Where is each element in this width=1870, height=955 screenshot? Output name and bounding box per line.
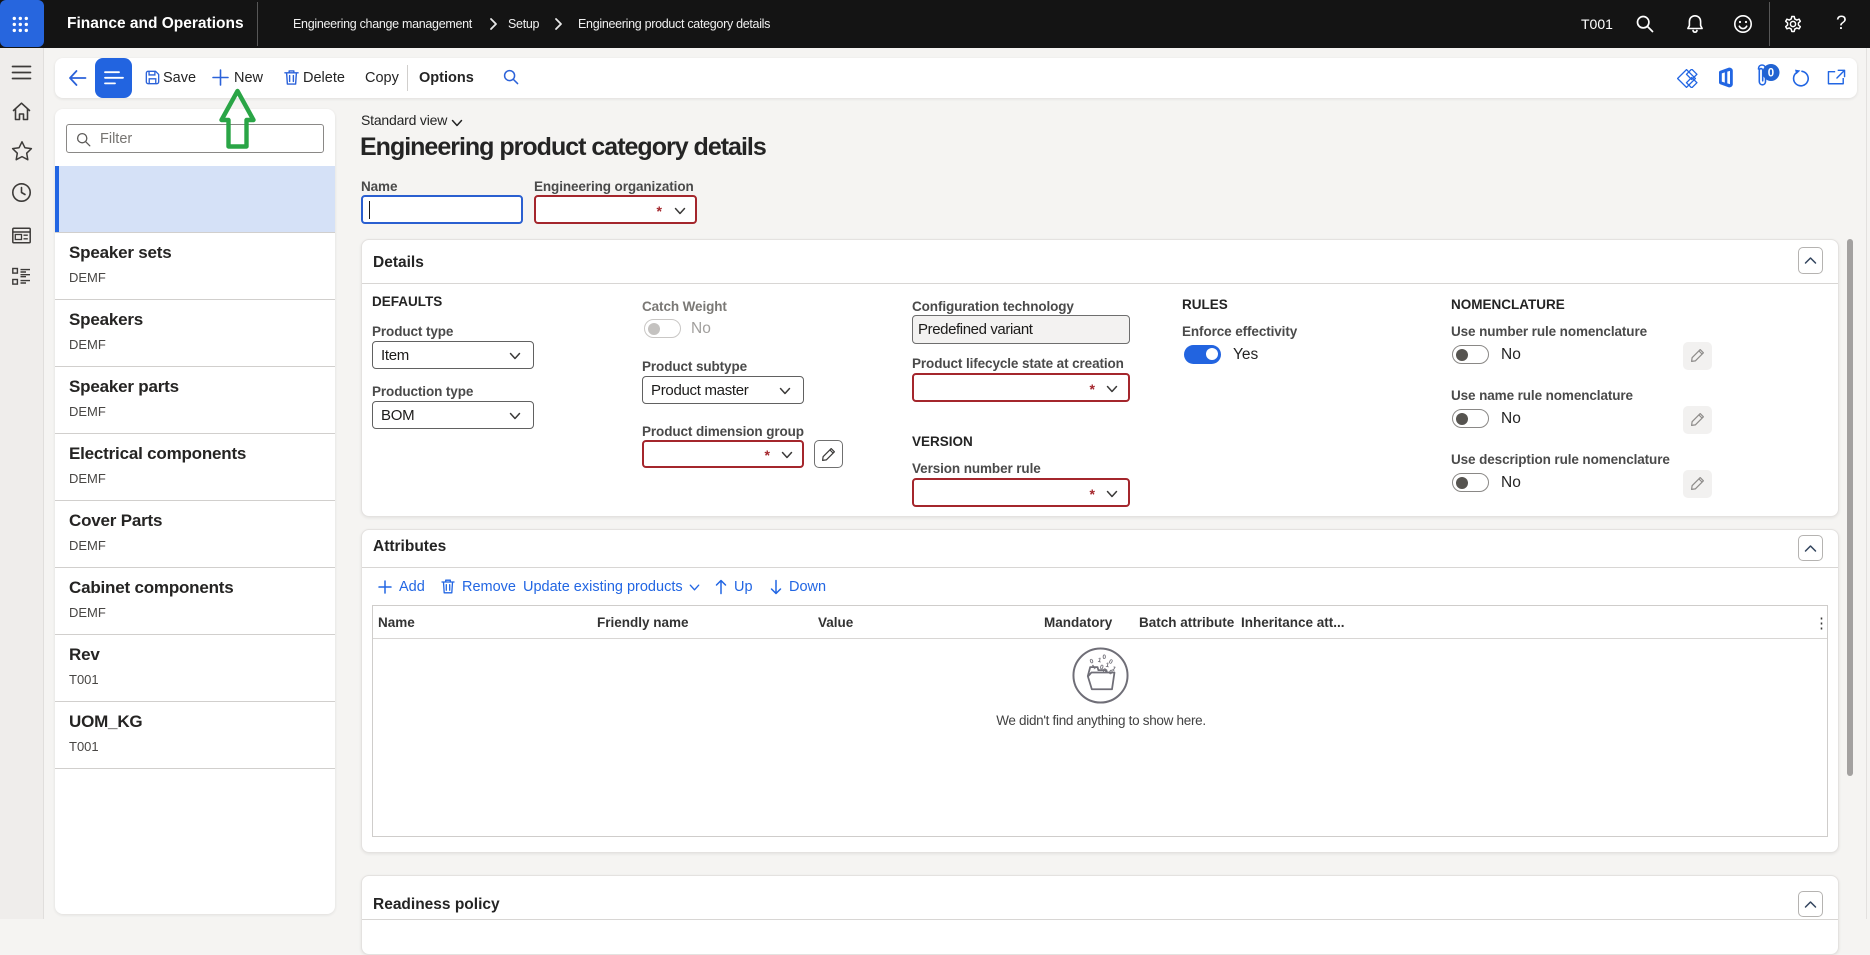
svg-text:0: 0 [1768, 68, 1774, 80]
svg-text:0: 0 [1102, 654, 1106, 661]
